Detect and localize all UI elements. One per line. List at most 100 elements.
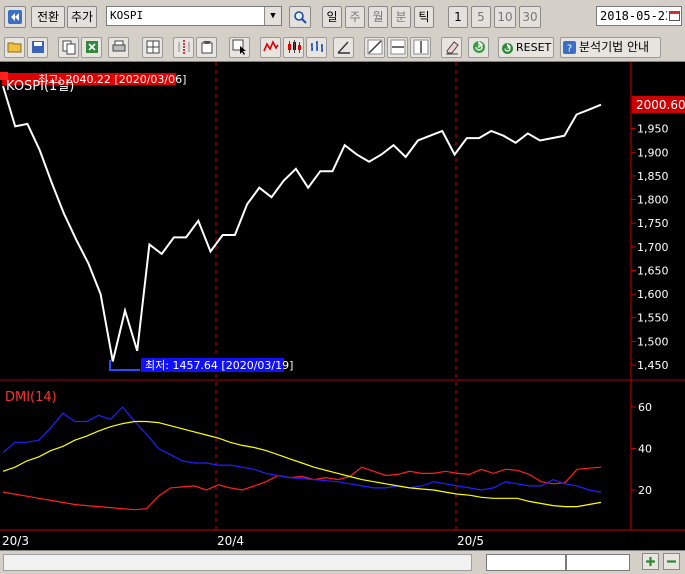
- zoom-in-button[interactable]: [642, 553, 659, 570]
- eraser-icon: [445, 41, 459, 55]
- dmi-chart-title: DMI(14): [5, 390, 57, 405]
- settings-icon: [201, 41, 212, 54]
- calendar-icon[interactable]: [667, 7, 681, 25]
- dmi-minus-di-line: [2, 406, 602, 493]
- symbol-select[interactable]: KOSPI ▼: [106, 6, 282, 26]
- x-axis-labels: 20/3 20/4 20/5: [2, 534, 484, 548]
- interval-30-button[interactable]: 30: [519, 6, 541, 28]
- last-value-marker: 2000.60: [632, 96, 685, 113]
- price-tick-label: 1,700: [637, 241, 669, 254]
- period-week-button[interactable]: 주: [345, 6, 365, 28]
- interval-10-button[interactable]: 10: [494, 6, 516, 28]
- date-value: 2018-05-23: [600, 9, 673, 23]
- vertical-line-icon: [178, 40, 189, 54]
- candlestick-icon: [287, 40, 301, 53]
- dmi-y-ticks: 20 40 60: [631, 401, 652, 497]
- eraser-button[interactable]: [441, 37, 462, 58]
- vertical-line-button[interactable]: [173, 37, 194, 58]
- collapse-button[interactable]: [4, 6, 26, 28]
- switch-button[interactable]: 전환: [31, 6, 65, 28]
- price-tick-label: 1,800: [637, 194, 669, 207]
- analysis-guide-button[interactable]: ? 분석기법 안내: [560, 37, 661, 58]
- x-axis-label: 20/3: [2, 534, 29, 548]
- print-button[interactable]: [108, 37, 129, 58]
- trend-angle-button[interactable]: [333, 37, 354, 58]
- period-minute-button[interactable]: 분: [391, 6, 411, 28]
- bar-chart-icon: [310, 41, 323, 52]
- chart-scrollbar[interactable]: [3, 554, 472, 571]
- reset-icon: [502, 42, 513, 54]
- interval-5-button[interactable]: 5: [471, 6, 491, 28]
- dmi-plus-di-line: [2, 466, 602, 511]
- save-icon: [31, 41, 44, 53]
- last-value-text: 2000.60: [636, 98, 685, 112]
- save-button[interactable]: [27, 37, 48, 58]
- low-label: 최저: 1457.64 [2020/03/19]: [145, 359, 293, 372]
- bar-chart-button[interactable]: [306, 37, 327, 58]
- low-annotation: 최저: 1457.64 [2020/03/19]: [109, 358, 293, 372]
- price-tick-label: 1,450: [637, 359, 669, 372]
- dmi-adx-line: [2, 420, 602, 508]
- reset-button[interactable]: RESET: [498, 37, 554, 58]
- date-field[interactable]: 2018-05-23: [596, 6, 682, 26]
- dmi-tick-label: 40: [638, 443, 652, 456]
- scroll-range-start[interactable]: [486, 554, 566, 571]
- bottom-bar: [0, 550, 685, 574]
- x-axis-label: 20/5: [457, 534, 484, 548]
- symbol-value: KOSPI: [110, 9, 144, 22]
- horizontal-line-button[interactable]: [387, 37, 408, 58]
- printer-icon: [112, 40, 125, 52]
- double-left-arrow-icon: [8, 10, 22, 24]
- settings-button[interactable]: [196, 37, 217, 58]
- minus-icon: [667, 560, 676, 563]
- vertical-tool-icon: [413, 39, 428, 55]
- price-chart-title: KOSPI(1일): [6, 79, 74, 94]
- refresh-button[interactable]: [468, 37, 489, 58]
- search-button[interactable]: [289, 6, 311, 28]
- chevron-down-icon[interactable]: ▼: [264, 7, 281, 25]
- low-connector: [109, 360, 140, 371]
- zoom-out-button[interactable]: [663, 553, 680, 570]
- cursor-icon: [232, 39, 246, 55]
- line-chart-icon: [262, 40, 279, 52]
- scroll-range-end[interactable]: [566, 554, 630, 571]
- refresh-icon: [472, 40, 485, 53]
- price-tick-label: 1,550: [637, 312, 669, 325]
- folder-icon: [7, 42, 21, 53]
- price-series-line: [2, 85, 602, 362]
- excel-icon: [85, 41, 98, 53]
- period-day-button[interactable]: 일: [322, 6, 342, 28]
- price-tick-label: 1,500: [637, 335, 669, 348]
- top-bar: 전환 추가 KOSPI ▼ 일 주 월 분 틱 1 5 10 30 2018-0…: [0, 0, 685, 35]
- price-tick-label: 1,900: [637, 146, 669, 159]
- chart-canvas[interactable]: 1,450 1,500 1,550 1,600 1,650 1,700 1,750 1,800…: [0, 62, 685, 550]
- help-icon: ?: [563, 41, 576, 54]
- analysis-guide-label: 분석기법 안내: [579, 40, 650, 54]
- crosshair-button[interactable]: [142, 37, 163, 58]
- price-tick-label: 1,600: [637, 288, 669, 301]
- period-tick-button[interactable]: 틱: [414, 6, 434, 28]
- excel-button[interactable]: [81, 37, 102, 58]
- line-chart-button[interactable]: [260, 37, 281, 58]
- open-button[interactable]: [4, 37, 25, 58]
- dmi-tick-label: 60: [638, 401, 652, 414]
- crosshair-icon: [146, 40, 159, 54]
- candle-chart-button[interactable]: [283, 37, 304, 58]
- select-button[interactable]: [229, 37, 250, 58]
- x-axis-label: 20/4: [217, 534, 244, 548]
- plus-icon: [646, 557, 655, 566]
- reset-label: RESET: [516, 41, 552, 54]
- price-tick-label: 1,950: [637, 123, 669, 136]
- trendline-button[interactable]: [364, 37, 385, 58]
- chart-area[interactable]: 1,450 1,500 1,550 1,600 1,650 1,700 1,750 1,800…: [0, 62, 685, 550]
- copy-icon: [62, 40, 75, 55]
- add-button[interactable]: 추가: [67, 6, 97, 28]
- interval-1-button[interactable]: 1: [448, 6, 468, 28]
- vertical-tool-button[interactable]: [410, 37, 431, 58]
- copy-button[interactable]: [58, 37, 79, 58]
- price-tick-label: 1,750: [637, 217, 669, 230]
- chart-toolbar: RESET ? 분석기법 안내: [0, 34, 685, 62]
- period-month-button[interactable]: 월: [368, 6, 388, 28]
- trendline-icon: [367, 39, 382, 55]
- search-icon: [294, 11, 307, 24]
